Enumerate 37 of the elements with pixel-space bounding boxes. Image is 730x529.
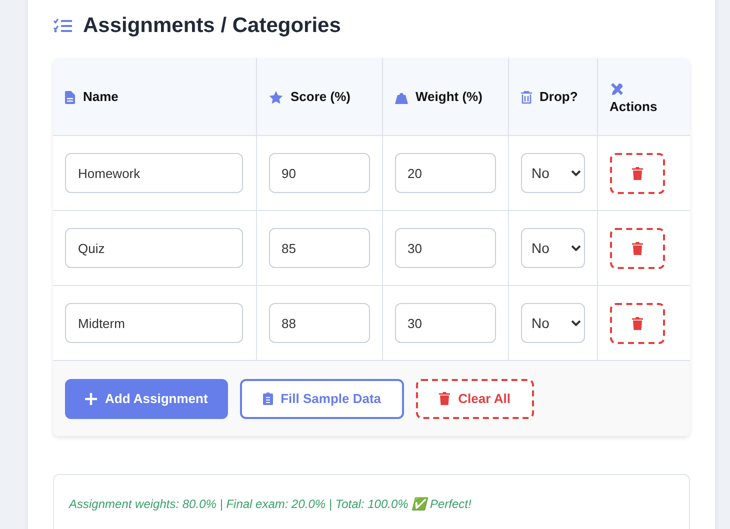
section-title: Assignments / Categories <box>83 14 341 38</box>
drop-select[interactable]: No <box>520 153 584 193</box>
summary-text: Assignment weights: 80.0% | Final exam: 20.0% | Total: 100.0% ✅ Perfect! <box>69 497 472 511</box>
trash-icon <box>520 90 532 104</box>
column-header: Name <box>83 90 118 105</box>
trash-icon <box>632 316 642 330</box>
score-field[interactable]: 88 <box>268 303 370 343</box>
weight-field[interactable]: 20 <box>394 153 496 193</box>
sample-button[interactable]: Fill Sample Data <box>240 378 404 418</box>
trash-icon <box>632 166 642 180</box>
name-field[interactable]: Homework <box>65 153 243 193</box>
column-header: Drop? <box>540 90 578 105</box>
column-header: Score (%) <box>290 90 350 105</box>
delete-button[interactable] <box>610 228 664 268</box>
star-icon <box>268 90 282 104</box>
column-header: Actions <box>610 100 658 115</box>
score-field[interactable]: 90 <box>268 153 370 193</box>
checklist-icon <box>53 18 73 34</box>
name-field[interactable]: Quiz <box>65 228 243 268</box>
delete-button[interactable] <box>610 152 664 194</box>
add-button[interactable]: Add Assignment <box>65 378 228 418</box>
weight-field[interactable]: 30 <box>394 228 496 268</box>
score-field[interactable]: 85 <box>268 228 370 268</box>
clear-button[interactable]: Clear All <box>416 378 534 418</box>
column-header: Weight (%) <box>416 90 482 105</box>
tools-icon <box>610 82 624 96</box>
trash-icon <box>439 392 450 405</box>
document-icon <box>65 90 75 104</box>
plus-icon <box>85 392 97 404</box>
delete-button[interactable] <box>610 302 664 344</box>
name-field[interactable]: Midterm <box>65 303 243 343</box>
drop-select[interactable]: No <box>520 303 584 343</box>
clipboard-icon <box>262 392 273 405</box>
trash-icon <box>632 242 642 254</box>
drop-select[interactable]: No <box>520 228 584 268</box>
weight-icon <box>394 90 408 104</box>
weight-field[interactable]: 30 <box>394 303 496 343</box>
